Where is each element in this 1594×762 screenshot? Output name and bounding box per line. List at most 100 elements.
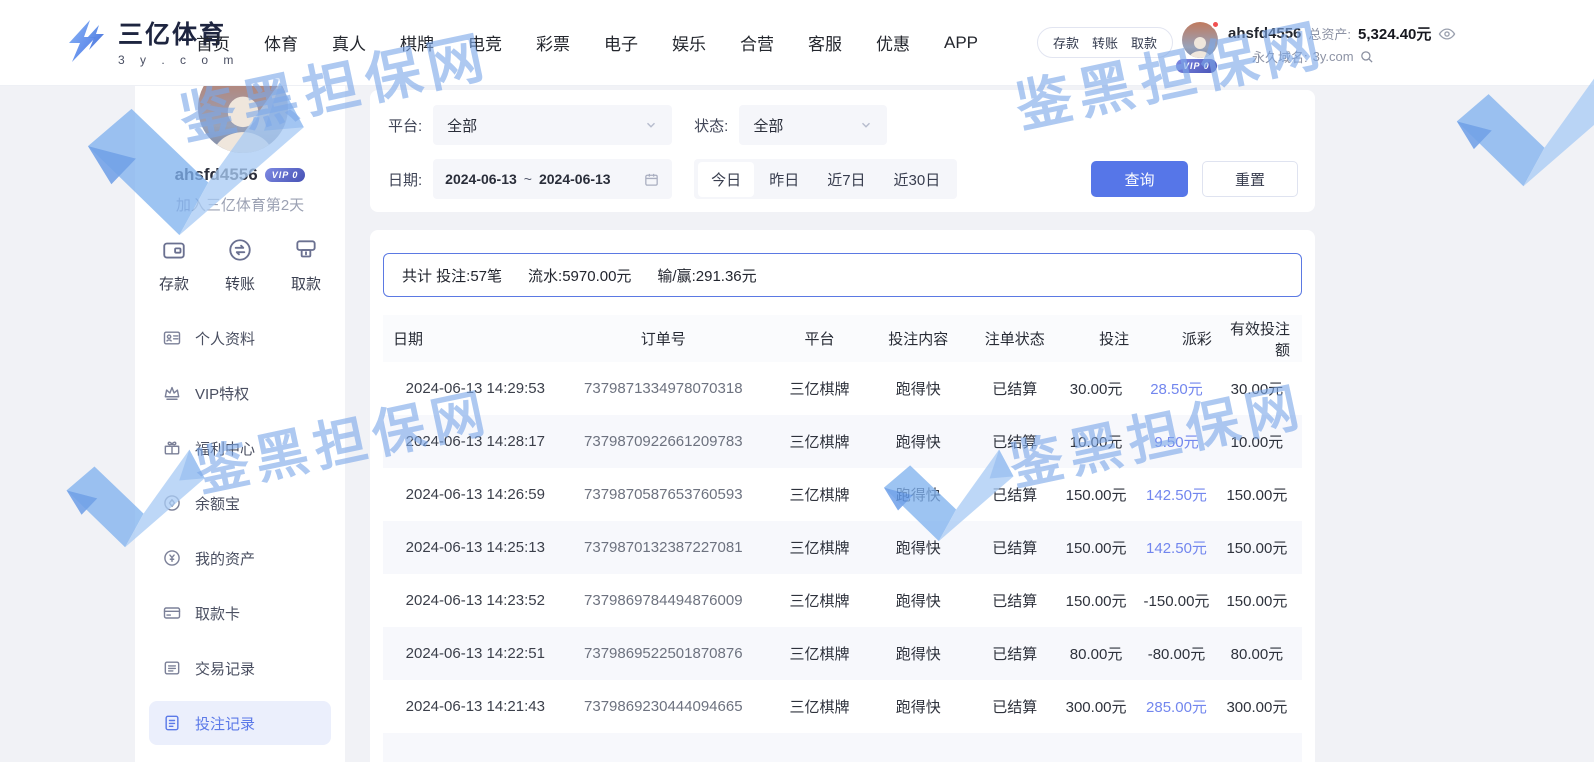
sidebar-item-2[interactable]: 福利中心 xyxy=(149,426,331,470)
sidebar-item-label: 福利中心 xyxy=(195,438,255,459)
brand-logo-icon xyxy=(62,18,108,64)
date-start: 2024-06-13 xyxy=(445,171,517,187)
cell-payout: -80.00元 xyxy=(1141,627,1224,680)
nav-item-2[interactable]: 真人 xyxy=(332,30,366,55)
nav-item-7[interactable]: 娱乐 xyxy=(672,30,706,55)
cell-valid: 10.00元 xyxy=(1224,415,1302,468)
coin-icon xyxy=(162,493,182,513)
cell-valid: 30.00元 xyxy=(1224,362,1302,415)
cell-content: 跑得快 xyxy=(870,362,966,415)
date-range-input[interactable]: 2024-06-13 ~ 2024-06-13 xyxy=(433,159,672,199)
cell-order: 7379870587653760593 xyxy=(558,468,769,521)
chevron-down-icon xyxy=(859,118,873,132)
cell-valid: 150.00元 xyxy=(1224,468,1302,521)
cell-status: 已结算 xyxy=(967,680,1063,733)
sidebar-item-4[interactable]: 我的资产 xyxy=(149,536,331,580)
wallet-actions-pill: 存款转账取款 xyxy=(1037,27,1173,58)
nav-item-1[interactable]: 体育 xyxy=(264,30,298,55)
quick-action-1[interactable]: 转账 xyxy=(225,237,255,294)
table-row: 2024-06-13 14:23:527379869784494876009三亿… xyxy=(383,574,1302,627)
platform-select[interactable]: 全部 xyxy=(433,105,672,145)
reset-button[interactable]: 重置 xyxy=(1202,161,1298,197)
summary-bar: 共计 投注:57笔 流水:5970.00元 输/赢:291.36元 xyxy=(383,253,1302,297)
nav-item-0[interactable]: 首页 xyxy=(196,30,230,55)
range-button-2[interactable]: 近7日 xyxy=(814,162,878,197)
total-assets-label: 总资产: xyxy=(1308,24,1351,43)
cell-platform: 三亿棋牌 xyxy=(769,680,870,733)
cell-date: 2024-06-13 14:22:51 xyxy=(383,627,558,680)
search-button[interactable]: 查询 xyxy=(1091,161,1188,197)
bet-record-icon xyxy=(162,713,182,733)
wallet-action-2[interactable]: 取款 xyxy=(1131,33,1157,52)
sidebar-item-1[interactable]: VIP特权 xyxy=(149,371,331,415)
cell-order: 7379870132387227081 xyxy=(558,521,769,574)
cell-payout: 142.50元 xyxy=(1141,468,1224,521)
cell-bet: 150.00元 xyxy=(1063,574,1141,627)
cell-payout: -150.00元 xyxy=(1141,574,1224,627)
wallet-icon xyxy=(161,237,187,268)
gift-icon xyxy=(162,438,182,458)
quick-action-0[interactable]: 存款 xyxy=(159,237,189,294)
wallet-action-1[interactable]: 转账 xyxy=(1092,33,1118,52)
cell-platform: 三亿棋牌 xyxy=(769,468,870,521)
profile-username: ahsfd4556 xyxy=(175,165,258,185)
cell-payout: 285.00元 xyxy=(1141,680,1224,733)
sidebar-item-label: 投注记录 xyxy=(195,713,255,734)
sidebar-item-7[interactable]: 投注记录 xyxy=(149,701,331,745)
status-select[interactable]: 全部 xyxy=(739,105,887,145)
sidebar-item-label: 个人资料 xyxy=(195,328,255,349)
nav-item-6[interactable]: 电子 xyxy=(604,30,638,55)
cell-valid: 150.00元 xyxy=(1224,521,1302,574)
nav-item-8[interactable]: 合营 xyxy=(740,30,774,55)
cell-content: 跑得快 xyxy=(870,468,966,521)
date-label: 日期: xyxy=(388,169,422,190)
table-row: 2024-06-13 14:28:177379870922661209783三亿… xyxy=(383,415,1302,468)
wallet-action-0[interactable]: 存款 xyxy=(1053,33,1079,52)
cell-date: 2024-06-13 14:25:13 xyxy=(383,521,558,574)
date-end: 2024-06-13 xyxy=(539,171,611,187)
range-button-1[interactable]: 昨日 xyxy=(756,162,812,197)
column-header-platform: 平台 xyxy=(769,315,870,362)
range-button-0[interactable]: 今日 xyxy=(698,162,754,197)
transaction-icon xyxy=(162,658,182,678)
cell-status: 已结算 xyxy=(967,468,1063,521)
sidebar-item-label: 我的资产 xyxy=(195,548,255,569)
filter-card: 平台: 全部 状态: 全部 日期: 2024-06-13 ~ 2024-06-1… xyxy=(370,90,1315,212)
cell-valid: 150.00元 xyxy=(1224,574,1302,627)
quick-date-ranges: 今日昨日近7日近30日 xyxy=(694,159,957,199)
cell-bet: 150.00元 xyxy=(1063,521,1141,574)
column-header-status: 注单状态 xyxy=(967,315,1063,362)
nav-item-3[interactable]: 棋牌 xyxy=(400,30,434,55)
sidebar-item-6[interactable]: 交易记录 xyxy=(149,646,331,690)
nav-item-10[interactable]: 优惠 xyxy=(876,30,910,55)
table-row: 2024-06-13 14:26:597379870587653760593三亿… xyxy=(383,468,1302,521)
sidebar-item-8[interactable]: 兑奖记录 xyxy=(149,756,331,762)
sidebar-item-0[interactable]: 个人资料 xyxy=(149,316,331,360)
search-icon[interactable] xyxy=(1359,49,1374,64)
cell-content: 跑得快 xyxy=(870,627,966,680)
column-header-payout: 派彩 xyxy=(1141,315,1224,362)
main-nav: 首页 体育 真人 棋牌 电竞 彩票 电子 娱乐 合营 客服 优惠 APP xyxy=(196,0,978,85)
date-separator: ~ xyxy=(524,171,532,187)
sidebar-item-label: VIP特权 xyxy=(195,383,249,404)
nav-item-5[interactable]: 彩票 xyxy=(536,30,570,55)
sidebar-item-3[interactable]: 余额宝 xyxy=(149,481,331,525)
nav-item-9[interactable]: 客服 xyxy=(808,30,842,55)
cell-date: 2024-06-13 14:29:53 xyxy=(383,362,558,415)
range-button-3[interactable]: 近30日 xyxy=(881,162,954,197)
eye-icon[interactable] xyxy=(1438,27,1456,41)
table-row: 2024-06-13 14:22:517379869522501870876三亿… xyxy=(383,627,1302,680)
cell-date: 2024-06-13 14:21:43 xyxy=(383,680,558,733)
notification-dot xyxy=(1211,20,1220,29)
cell-status: 已结算 xyxy=(967,627,1063,680)
nav-item-4[interactable]: 电竞 xyxy=(468,30,502,55)
person-silhouette-icon xyxy=(1185,34,1215,58)
nav-item-11[interactable]: APP xyxy=(944,33,978,53)
cell-date: 2024-06-13 14:23:52 xyxy=(383,574,558,627)
cell-bet: 150.00元 xyxy=(1063,468,1141,521)
sidebar-item-5[interactable]: 取款卡 xyxy=(149,591,331,635)
quick-action-2[interactable]: 取款 xyxy=(291,237,321,294)
column-header-valid: 有效投注额 xyxy=(1224,315,1302,362)
top-header: 三亿体育 3 y . c o m 首页体育真人棋牌电竞彩票电子娱乐合营客服优惠A… xyxy=(0,0,1594,85)
column-header-order: 订单号 xyxy=(558,315,769,362)
